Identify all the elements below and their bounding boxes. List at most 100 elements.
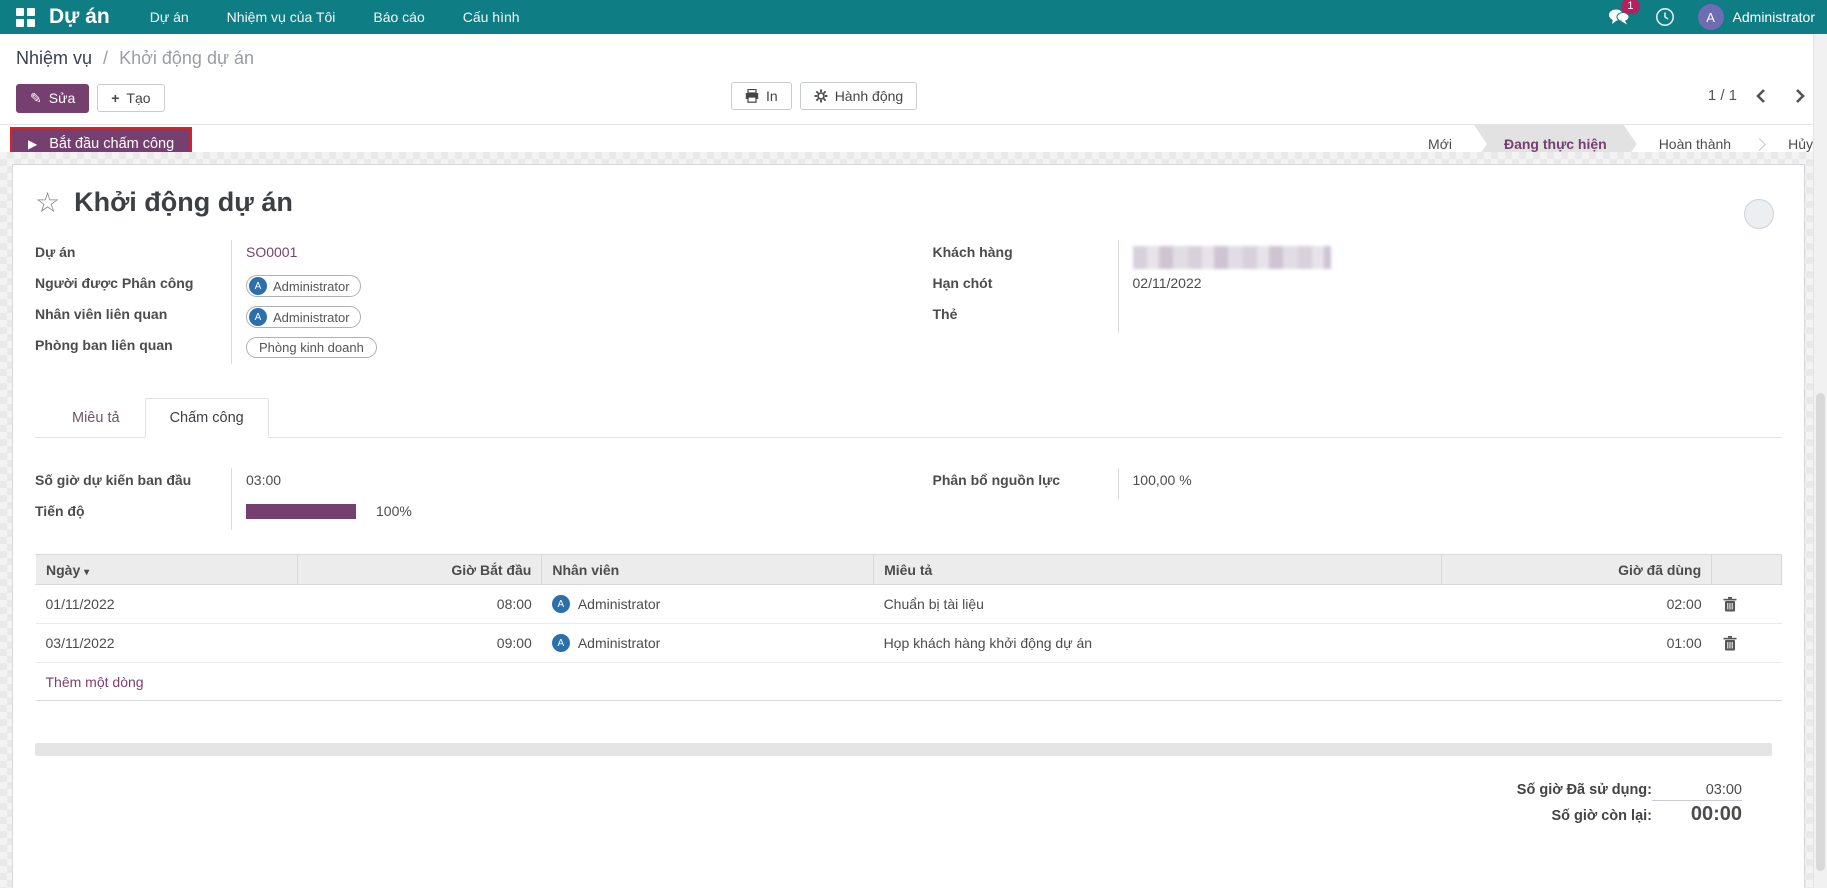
timesheet-row[interactable]: 01/11/2022 08:00 A Administrator Chuẩn b…	[35, 584, 1782, 624]
control-panel: Nhiệm vụ / Khởi động dự án ✎ Sửa + Tạo I…	[0, 34, 1827, 124]
pager-previous-icon[interactable]	[1749, 85, 1771, 107]
pager-counter: 1 / 1	[1707, 87, 1737, 104]
field-assignee: Người được Phân công A Administrator	[35, 271, 885, 302]
form-left-column: Dự án SO0001 Người được Phân công A Admi…	[35, 240, 885, 364]
hours-used-label: Số giờ Đã sử dụng:	[1516, 782, 1652, 798]
kanban-state-icon[interactable]	[1744, 199, 1774, 229]
task-form-card: ☆ Khởi động dự án Dự án SO0001 Người đượ…	[12, 164, 1805, 888]
app-brand[interactable]: Dự án	[49, 5, 110, 29]
gear-icon	[814, 89, 828, 103]
allocation-value: 100,00 %	[1117, 468, 1783, 499]
breadcrumb-parent[interactable]: Nhiệm vụ	[16, 48, 92, 68]
column-header-nhan-vien[interactable]: Nhân viên	[541, 554, 875, 585]
breadcrumb-current: Khởi động dự án	[119, 48, 255, 68]
planned-hours-value: 03:00	[231, 468, 885, 499]
timesheet-table: Ngày ▾ Giờ Bắt đầu Nhân viên Miêu tả Giờ…	[35, 554, 1782, 701]
progress-text: 100%	[376, 503, 412, 519]
breadcrumb: Nhiệm vụ / Khởi động dự án	[16, 48, 1811, 69]
activities-clock-icon[interactable]	[1652, 5, 1678, 29]
field-allocation: Phân bổ nguồn lực 100,00 %	[933, 468, 1783, 499]
edit-button[interactable]: ✎ Sửa	[16, 83, 90, 113]
breadcrumb-separator: /	[103, 48, 109, 68]
cell-hours: 01:00	[1441, 623, 1712, 663]
field-department: Phòng ban liên quan Phòng kinh doanh	[35, 333, 885, 364]
cell-date: 03/11/2022	[35, 623, 298, 663]
project-link[interactable]: SO0001	[246, 244, 297, 260]
table-header-row: Ngày ▾ Giờ Bắt đầu Nhân viên Miêu tả Giờ…	[35, 554, 1782, 585]
task-title: Khởi động dự án	[74, 187, 293, 217]
cell-hours: 02:00	[1441, 584, 1712, 624]
tags-value	[1117, 302, 1783, 333]
column-header-ngay[interactable]: Ngày ▾	[35, 554, 298, 585]
print-button[interactable]: In	[731, 82, 792, 110]
stage-separator-chevron	[1753, 137, 1766, 151]
nav-item-nhiem-vu-cua-toi[interactable]: Nhiệm vụ của Tôi	[227, 9, 336, 25]
cell-start: 08:00	[297, 584, 542, 624]
row-employee-avatar: A	[551, 595, 570, 613]
vertical-scrollbar-thumb[interactable]	[1816, 392, 1825, 871]
customer-redacted-value	[1132, 246, 1331, 269]
pencil-icon: ✎	[30, 89, 42, 106]
hours-remaining-label: Số giờ còn lại:	[1551, 808, 1652, 824]
field-planned-hours: Số giờ dự kiến ban đầu 03:00	[35, 468, 885, 499]
play-icon: ▶	[28, 137, 38, 151]
progress-bar	[246, 503, 356, 519]
progress-fill	[246, 503, 356, 519]
cell-employee: Administrator	[577, 596, 661, 612]
delete-row-icon[interactable]	[1722, 635, 1738, 651]
nav-item-du-an[interactable]: Dự án	[150, 9, 189, 25]
cell-employee: Administrator	[577, 635, 661, 651]
deadline-value: 02/11/2022	[1117, 271, 1783, 302]
field-employee: Nhân viên liên quan A Administrator	[35, 302, 885, 333]
timesheet-tab-pane: Số giờ dự kiến ban đầu 03:00 Tiến độ 100…	[35, 438, 1782, 828]
pager-next-icon[interactable]	[1789, 85, 1811, 107]
field-project: Dự án SO0001	[35, 240, 885, 271]
department-pill[interactable]: Phòng kinh doanh	[246, 337, 377, 358]
field-deadline: Hạn chót 02/11/2022	[933, 271, 1783, 302]
field-tags: Thẻ	[933, 302, 1783, 333]
hours-remaining-value: 00:00	[1652, 800, 1742, 828]
horizontal-scrollbar[interactable]	[35, 743, 1772, 756]
hours-used-value: 03:00	[1705, 782, 1742, 798]
printer-icon	[745, 89, 759, 103]
assignee-pill[interactable]: A Administrator	[246, 275, 361, 297]
delete-row-icon[interactable]	[1722, 596, 1738, 612]
cell-description: Họp khách hàng khởi động dự án	[873, 623, 1441, 663]
plus-icon: +	[111, 90, 120, 106]
column-header-actions	[1711, 554, 1782, 585]
user-name: Administrator	[1732, 9, 1815, 25]
form-right-column: Khách hàng Hạn chót 02/11/2022 Thẻ	[933, 240, 1783, 364]
hours-summary: Số giờ Đã sử dụng: 03:00 Số giờ còn lại:…	[35, 780, 1782, 828]
tab-cham-cong[interactable]: Chấm công	[144, 398, 269, 438]
field-customer: Khách hàng	[933, 240, 1783, 271]
row-employee-avatar: A	[551, 634, 570, 652]
column-header-mieu-ta[interactable]: Miêu tả	[873, 554, 1442, 585]
field-progress: Tiến độ 100%	[35, 499, 885, 530]
apps-grid-icon[interactable]	[16, 7, 35, 27]
user-avatar: A	[1697, 4, 1724, 30]
timesheet-row[interactable]: 03/11/2022 09:00 A Administrator Họp khá…	[35, 623, 1782, 663]
notebook-tabs: Miêu tả Chấm công	[35, 398, 1782, 438]
favorite-star-icon[interactable]: ☆	[35, 188, 60, 217]
top-navbar: Dự án Dự án Nhiệm vụ của Tôi Báo cáo Cấu…	[0, 0, 1827, 34]
nav-item-cau-hinh[interactable]: Cấu hình	[463, 9, 520, 25]
cell-date: 01/11/2022	[35, 584, 298, 624]
employee-pill[interactable]: A Administrator	[246, 306, 361, 328]
messages-icon[interactable]: 1	[1606, 0, 1640, 29]
sort-desc-icon: ▾	[84, 566, 90, 578]
assignee-avatar: A	[249, 277, 267, 295]
vertical-scrollbar-track	[1813, 34, 1827, 888]
tab-mieu-ta[interactable]: Miêu tả	[47, 398, 145, 438]
user-menu[interactable]: A Administrator	[1697, 4, 1815, 30]
add-line-row: Thêm một dòng	[35, 662, 1782, 701]
create-button[interactable]: + Tạo	[97, 84, 165, 112]
messages-count-badge: 1	[1621, 0, 1640, 14]
cell-start: 09:00	[297, 623, 542, 663]
nav-item-bao-cao[interactable]: Báo cáo	[373, 9, 424, 25]
employee-avatar: A	[249, 308, 267, 326]
add-line-link[interactable]: Thêm một dòng	[46, 674, 144, 690]
action-button[interactable]: Hành động	[799, 82, 918, 110]
column-header-gio-da-dung[interactable]: Giờ đã dùng	[1441, 554, 1713, 585]
column-header-gio-bat-dau[interactable]: Giờ Bắt đầu	[297, 554, 543, 585]
cell-description: Chuẩn bị tài liệu	[873, 584, 1441, 624]
